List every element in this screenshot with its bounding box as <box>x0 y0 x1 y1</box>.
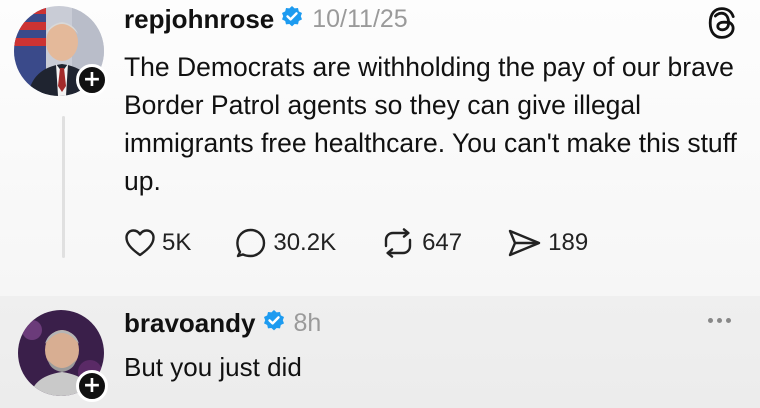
more-options-icon[interactable] <box>708 318 731 323</box>
post-header: repjohnrose 10/11/25 <box>124 4 408 35</box>
repost-count: 647 <box>422 229 463 256</box>
like-button[interactable]: 5K <box>124 228 191 258</box>
reply-username[interactable]: bravoandy <box>124 308 256 339</box>
more-dot <box>708 318 713 323</box>
send-icon <box>508 229 541 257</box>
thread-connector-line <box>62 116 65 258</box>
reply-body-text: But you just did <box>124 352 302 382</box>
verified-badge-icon <box>262 309 286 338</box>
reply-header: bravoandy 8h <box>124 308 321 339</box>
threads-logo-icon[interactable] <box>706 6 738 45</box>
share-button[interactable]: 189 <box>506 228 588 258</box>
repost-icon <box>384 228 412 258</box>
post-actions-bar: 5K 30.2K 647 189 <box>124 228 632 258</box>
post-username[interactable]: repjohnrose <box>124 4 274 35</box>
like-count: 5K <box>162 229 192 256</box>
more-dot <box>726 318 731 323</box>
speech-bubble-icon <box>236 228 266 258</box>
reply-timestamp: 8h <box>293 309 322 337</box>
share-count: 189 <box>548 229 589 256</box>
reply-count: 30.2K <box>273 229 337 256</box>
heart-icon <box>125 229 155 257</box>
post-body-text: The Democrats are withholding the pay of… <box>124 52 737 196</box>
repost-button[interactable]: 647 <box>380 228 462 258</box>
more-dot <box>717 318 722 323</box>
reply-post-area <box>0 296 760 408</box>
post-timestamp: 10/11/25 <box>312 5 408 33</box>
follow-plus-icon[interactable]: + <box>76 370 108 402</box>
verified-badge-icon <box>280 5 304 34</box>
reply-button[interactable]: 30.2K <box>235 228 336 258</box>
follow-plus-icon[interactable]: + <box>76 64 108 96</box>
